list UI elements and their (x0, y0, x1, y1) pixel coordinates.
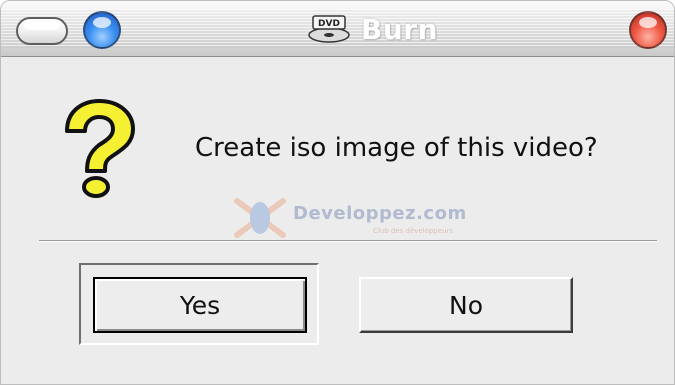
watermark-text: Developpez.com (293, 203, 467, 224)
dialog-message: Create iso image of this video? (195, 133, 598, 163)
shade-button[interactable] (16, 17, 68, 45)
dialog-window: DVD Burn Create iso image of this video?… (0, 0, 675, 385)
dvd-icon: DVD (308, 15, 350, 43)
close-button[interactable] (629, 11, 667, 49)
separator (39, 240, 657, 242)
window-title-group: DVD Burn (307, 10, 438, 48)
watermark: Developpez.com Club des développeurs (233, 195, 503, 245)
watermark-logo-icon (234, 198, 286, 238)
no-button[interactable]: No (359, 277, 573, 333)
watermark-subtext: Club des développeurs (373, 227, 454, 235)
yes-button[interactable]: Yes (93, 277, 307, 333)
window-title: Burn (361, 12, 439, 46)
svg-text:DVD: DVD (318, 19, 340, 29)
dialog-content: Create iso image of this video? Developp… (1, 57, 674, 384)
question-icon (65, 99, 135, 198)
title-bar[interactable]: DVD Burn (1, 1, 674, 57)
minimize-button[interactable] (83, 11, 121, 49)
